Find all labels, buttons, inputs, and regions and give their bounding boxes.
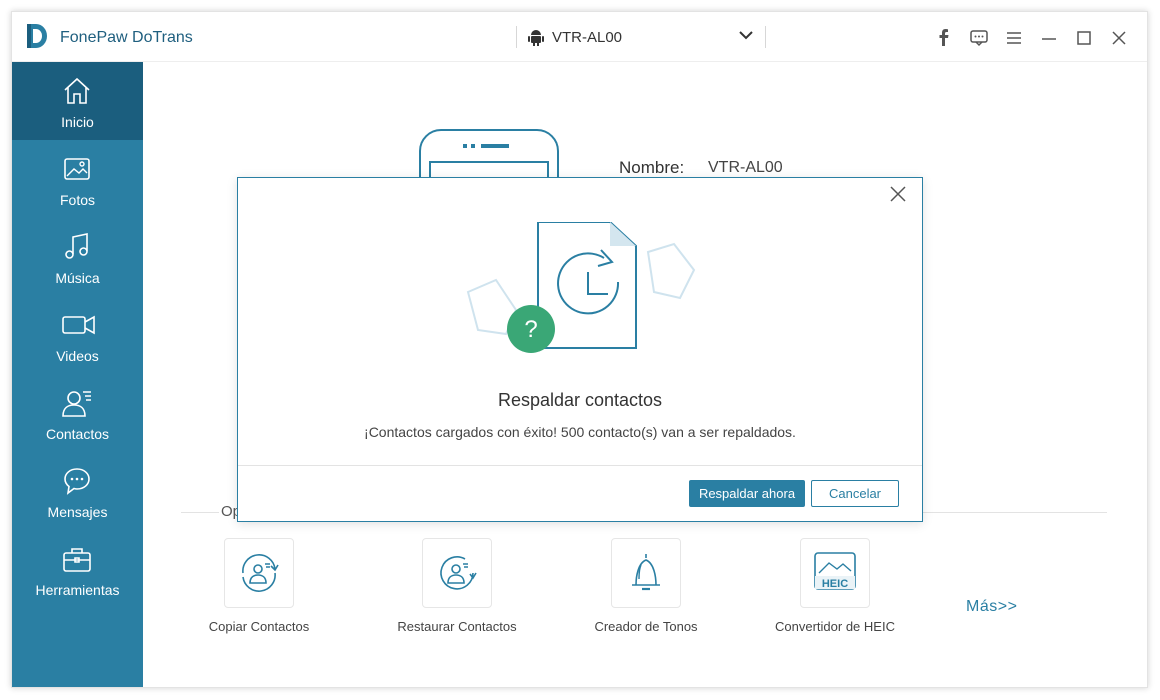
cancel-button[interactable]: Cancelar bbox=[811, 480, 899, 507]
divider bbox=[238, 465, 922, 466]
backup-contacts-dialog: ? Respaldar contactos ¡Contactos cargado… bbox=[237, 177, 923, 522]
backup-now-button[interactable]: Respaldar ahora bbox=[689, 480, 805, 507]
dialog-message: ¡Contactos cargados con éxito! 500 conta… bbox=[364, 424, 796, 440]
close-icon[interactable] bbox=[890, 186, 906, 202]
app-window: FonePaw DoTrans VTR-AL00 Inicio Fotos Mú… bbox=[11, 11, 1148, 688]
backup-document-illustration: ? bbox=[466, 222, 696, 353]
dialog-title: Respaldar contactos bbox=[497, 390, 663, 410]
question-badge-text: ? bbox=[524, 316, 537, 343]
